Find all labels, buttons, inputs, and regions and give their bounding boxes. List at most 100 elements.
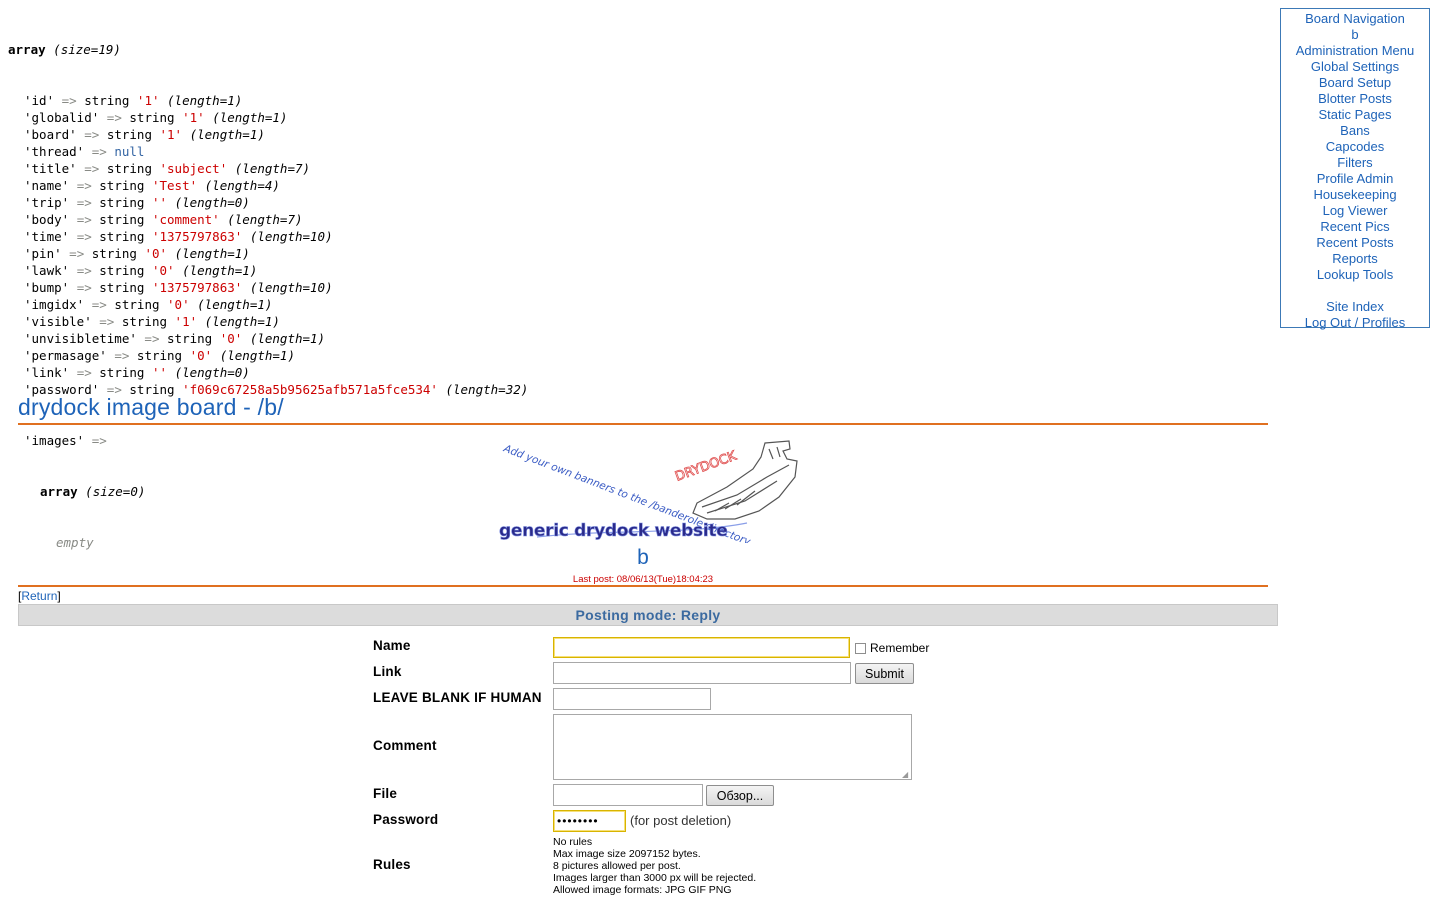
resize-grip-icon[interactable]: ◢ (902, 770, 908, 779)
nav-link-administration-menu[interactable]: Administration Menu (1281, 43, 1429, 59)
board-banner: Add your own banners to the /banderole d… (499, 440, 798, 543)
nav-link-log-viewer[interactable]: Log Viewer (1281, 203, 1429, 219)
dump-length: (length=1) (182, 263, 258, 278)
nav-link-board-setup[interactable]: Board Setup (1281, 75, 1429, 91)
nav-link-site-index[interactable]: Site Index (1281, 299, 1429, 315)
banner-site-name: generic drydock website (499, 521, 727, 541)
dump-arrow: => (106, 110, 122, 125)
dump-images-row: 'images' => (8, 432, 528, 449)
dump-type: string (99, 365, 145, 380)
dump-arrow: => (91, 433, 107, 448)
dump-array-size: (size=19) (53, 42, 121, 57)
dump-key: 'board' (24, 127, 77, 142)
password-label: Password (373, 812, 439, 827)
dump-arrow: => (76, 195, 92, 210)
honeypot-input[interactable] (553, 688, 711, 710)
dump-arrow: => (84, 127, 100, 142)
dump-arrow: => (114, 348, 130, 363)
dump-field-row: 'body' => string 'comment' (length=7) (8, 211, 528, 228)
nav-link-static-pages[interactable]: Static Pages (1281, 107, 1429, 123)
dump-value: '0' (189, 348, 213, 363)
nav-separator: / (1354, 315, 1359, 330)
dump-value: '0' (219, 331, 243, 346)
nav-link-recent-posts[interactable]: Recent Posts (1281, 235, 1429, 251)
dump-array-size: (size=0) (85, 484, 146, 499)
rule-line: Allowed image formats: JPG GIF PNG (553, 884, 732, 896)
dump-arrow: => (99, 314, 115, 329)
nav-link-filters[interactable]: Filters (1281, 155, 1429, 171)
browse-button[interactable]: Обзор... (706, 785, 774, 806)
dump-type: string (99, 178, 145, 193)
dump-value: '1' (182, 110, 205, 125)
nav-link-bans[interactable]: Bans (1281, 123, 1429, 139)
dump-length: (length=10) (249, 229, 333, 244)
header-divider (18, 423, 1268, 425)
nav-link-log-out[interactable]: Log Out (1305, 315, 1351, 330)
last-post-time: Last post: 08/06/13(Tue)18:04:23 (572, 574, 714, 585)
dump-type: string (129, 110, 175, 125)
dump-value: '1' (136, 93, 160, 108)
nav-link-profile-admin[interactable]: Profile Admin (1281, 171, 1429, 187)
password-input[interactable] (553, 810, 626, 832)
dump-length: (length=0) (174, 365, 250, 380)
dump-field-row: 'visible' => string '1' (length=1) (8, 313, 528, 330)
dump-array-keyword: array (40, 484, 78, 499)
nav-link-capcodes[interactable]: Capcodes (1281, 139, 1429, 155)
nav-link-recent-pics[interactable]: Recent Pics (1281, 219, 1429, 235)
dump-field-row: 'permasage' => string '0' (length=1) (8, 347, 528, 364)
debug-dump: array (size=19) 'id' => string '1' (leng… (8, 7, 528, 568)
link-input[interactable] (553, 662, 851, 684)
dump-nested-array: array (size=0) (8, 483, 528, 500)
nav-link-reports[interactable]: Reports (1281, 251, 1429, 267)
name-input[interactable] (553, 637, 850, 658)
dump-type: string (121, 314, 168, 329)
dump-type: string (99, 212, 145, 227)
board-navigation-menu: Board Navigation b Administration Menu Glob… (1280, 8, 1430, 330)
dump-length: (length=1) (249, 331, 326, 346)
dump-arrow: => (61, 93, 77, 108)
dump-value: 'Test' (151, 178, 198, 193)
dump-length: (length=7) (234, 161, 311, 176)
dump-field-row: 'board' => string '1' (length=1) (8, 126, 528, 143)
nav-link-housekeeping[interactable]: Housekeeping (1281, 187, 1429, 203)
dump-value: '0' (151, 263, 175, 278)
rule-line: No rules (553, 836, 593, 848)
dump-value: '1375797863' (151, 280, 243, 295)
nav-link-blotter-posts[interactable]: Blotter Posts (1281, 91, 1429, 107)
file-label: File (373, 786, 398, 801)
dump-array-keyword: array (8, 42, 46, 57)
dump-length: (length=10) (249, 280, 333, 295)
return-link[interactable]: Return (21, 589, 57, 603)
nav-link-b[interactable]: b (1281, 27, 1429, 43)
submit-button[interactable]: Submit (855, 663, 914, 684)
remember-checkbox[interactable] (855, 642, 866, 654)
dump-type: string (106, 161, 152, 176)
dump-key: 'images' (24, 433, 85, 448)
rule-line: Max image size 2097152 bytes. (553, 848, 701, 860)
dump-type: string (91, 246, 137, 261)
name-label: Name (373, 638, 411, 653)
dump-length: (length=1) (189, 127, 265, 142)
nav-link-global-settings[interactable]: Global Settings (1281, 59, 1429, 75)
dump-type: string (106, 127, 152, 142)
nav-link-lookup-tools[interactable]: Lookup Tools (1281, 267, 1429, 283)
file-path-field[interactable] (553, 784, 703, 806)
dump-length: (length=1) (219, 348, 295, 363)
dump-value: '0' (144, 246, 168, 261)
dump-arrow: => (76, 178, 92, 193)
dump-field-row: 'lawk' => string '0' (length=1) (8, 262, 528, 279)
nav-link-profiles[interactable]: Profiles (1362, 315, 1405, 330)
board-title: drydock image board - /b/ (18, 394, 284, 420)
dump-type: string (136, 348, 183, 363)
board-name: b (637, 546, 649, 569)
dump-type: string (99, 195, 145, 210)
dump-type: string (99, 229, 145, 244)
dump-key: 'time' (24, 229, 70, 244)
dump-key: 'name' (24, 178, 70, 193)
comment-textarea[interactable] (553, 714, 912, 780)
nav-link-board-navigation[interactable]: Board Navigation (1281, 11, 1429, 27)
dump-header: array (size=19) (8, 41, 528, 58)
dump-arrow: => (69, 246, 85, 261)
dump-arrow: => (76, 263, 92, 278)
